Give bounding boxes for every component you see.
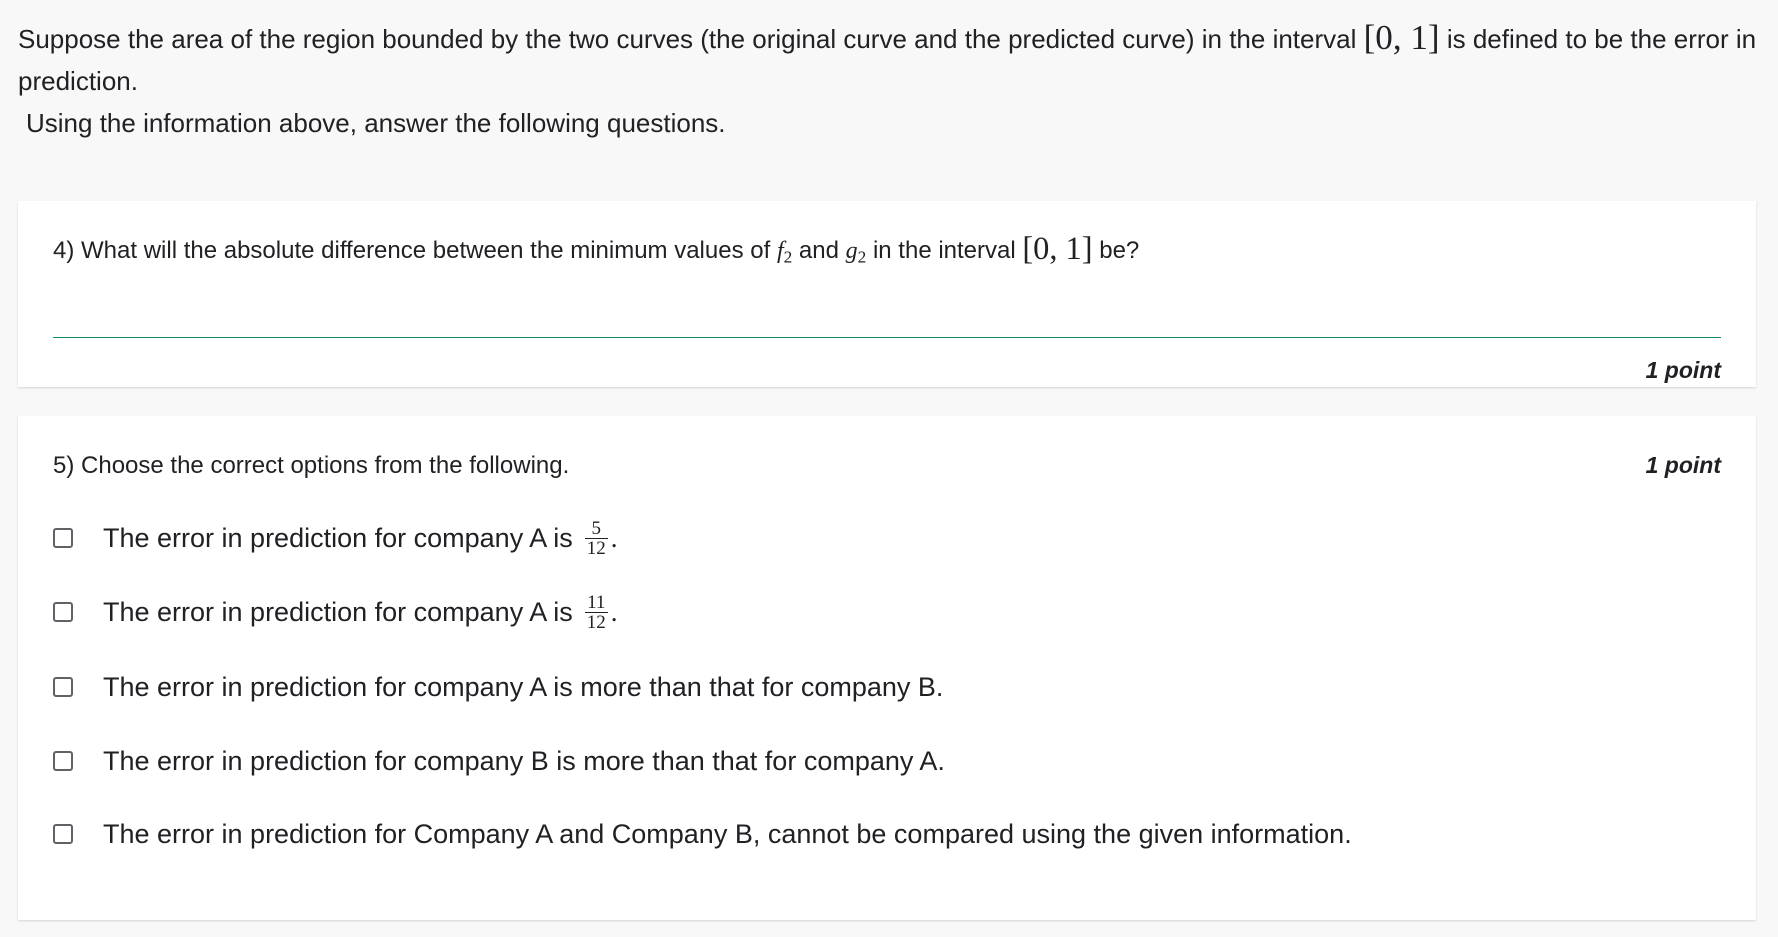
question-4-text-b: in the interval: [872, 237, 1016, 264]
fraction-denominator: 12: [584, 611, 608, 633]
option-b-checkbox[interactable]: [53, 602, 73, 622]
question-4-number: 4): [53, 237, 75, 264]
option-a-period: .: [610, 522, 618, 553]
f2-symbol: f2: [776, 238, 793, 267]
question-4-text: 4) What will the absolute difference bet…: [53, 233, 1140, 267]
intro-interval: [0, 1]: [1363, 18, 1440, 58]
intro-line2: Using the information above, answer the …: [26, 108, 726, 138]
f-letter: f: [776, 238, 784, 264]
option-b[interactable]: The error in prediction for company A is…: [53, 592, 617, 632]
g2-symbol: g2: [845, 238, 867, 267]
question-5-card: 5) Choose the correct options from the f…: [18, 416, 1756, 920]
option-e-checkbox[interactable]: [53, 824, 73, 844]
question-5-prompt: Choose the correct options from the foll…: [81, 452, 570, 479]
question-4-and: and: [798, 237, 839, 264]
question-5-number: 5): [53, 452, 75, 479]
fraction-numerator: 5: [591, 517, 601, 539]
option-d-label[interactable]: The error in prediction for company B is…: [103, 746, 945, 777]
option-c[interactable]: The error in prediction for company A is…: [53, 667, 943, 707]
fraction-11-12: 11 12: [584, 591, 608, 633]
option-a-text: The error in prediction for company A is: [103, 522, 573, 553]
question-4-text-c: be?: [1099, 237, 1140, 264]
fraction-denominator: 12: [584, 537, 608, 559]
fraction-numerator: 11: [587, 591, 606, 613]
option-d-checkbox[interactable]: [53, 751, 73, 771]
option-e-label[interactable]: The error in prediction for Company A an…: [103, 819, 1352, 850]
g-letter: g: [845, 238, 858, 264]
intro-text: Suppose the area of the region bounded b…: [18, 18, 1758, 144]
question-4-points: 1 point: [1645, 357, 1721, 383]
g-subscript: 2: [857, 247, 867, 267]
question-5-text: 5) Choose the correct options from the f…: [53, 452, 569, 480]
option-d[interactable]: The error in prediction for company B is…: [53, 741, 945, 781]
option-a-label[interactable]: The error in prediction for company A is…: [103, 519, 617, 558]
option-b-text: The error in prediction for company A is: [103, 596, 573, 627]
question-4-answer-input[interactable]: [53, 337, 1721, 338]
f-subscript: 2: [783, 247, 793, 267]
option-a-checkbox[interactable]: [53, 528, 73, 548]
question-5-points: 1 point: [1645, 452, 1721, 478]
question-4-interval: [0, 1]: [1022, 231, 1093, 268]
option-a[interactable]: The error in prediction for company A is…: [53, 518, 617, 558]
intro-line1-prefix: Suppose the area of the region bounded b…: [18, 24, 1357, 54]
option-b-period: .: [610, 596, 618, 627]
option-c-checkbox[interactable]: [53, 677, 73, 697]
question-4-card: 4) What will the absolute difference bet…: [18, 201, 1756, 387]
option-e[interactable]: The error in prediction for Company A an…: [53, 814, 1352, 854]
fraction-5-12: 5 12: [584, 517, 608, 559]
option-c-label[interactable]: The error in prediction for company A is…: [103, 672, 943, 703]
question-4-text-a: What will the absolute difference betwee…: [81, 237, 771, 264]
option-b-label[interactable]: The error in prediction for company A is…: [103, 593, 617, 632]
